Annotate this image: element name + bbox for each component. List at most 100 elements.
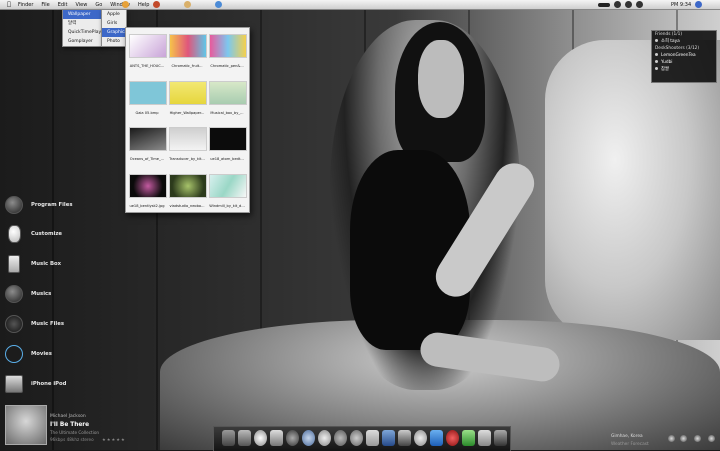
- file-name: Chromatic_fruit...: [171, 64, 203, 68]
- menu-item-wallpaper[interactable]: Wallpaper: [63, 10, 101, 19]
- file-thumbnail[interactable]: [169, 174, 207, 198]
- menu-file[interactable]: File: [37, 2, 53, 8]
- launcher-program-files[interactable]: Program Files: [5, 195, 105, 215]
- menu-item-quicktime[interactable]: QuickTimePlayer: [63, 28, 106, 37]
- friend-name: 소희 taya: [661, 39, 680, 44]
- submenu-item-photo[interactable]: Photo: [102, 37, 126, 46]
- volume-icon[interactable]: [625, 1, 632, 8]
- file-thumbnail[interactable]: [209, 174, 247, 198]
- file-name: ue18_atom_bedt...: [210, 157, 244, 161]
- file-thumbnail[interactable]: [129, 81, 167, 105]
- spotlight-icon[interactable]: [695, 1, 703, 8]
- dock-app-icon[interactable]: [334, 430, 347, 446]
- now-playing-widget: Michael Jackson I'll Be There The Ultima…: [5, 405, 165, 447]
- launcher-musics[interactable]: Musics: [5, 284, 105, 304]
- launcher-customize[interactable]: Customize: [5, 224, 105, 244]
- launcher-label: Music Box: [31, 261, 62, 267]
- file-thumbnail[interactable]: [209, 127, 247, 151]
- dock-app-icon[interactable]: [446, 430, 459, 446]
- menu-finder[interactable]: Finder: [14, 2, 37, 8]
- file-thumbnail[interactable]: [169, 127, 207, 151]
- wallpaper-submenu: Apple Girls Graphical Photo: [101, 9, 129, 47]
- status-dot-icon: [655, 67, 658, 70]
- desktop-wallpaper: [0, 0, 720, 450]
- track-rating[interactable]: ★★★★★: [102, 437, 126, 442]
- status-dot-icon: [655, 39, 658, 42]
- wallpaper-menu: Wallpaper 달력 QuickTimePlayer Gomplayer: [62, 9, 106, 47]
- clock-icon: [694, 435, 701, 442]
- menubar-tray-left: [120, 0, 224, 9]
- dock-settings-icon[interactable]: [414, 430, 427, 446]
- house-icon: [5, 196, 23, 214]
- dock-app-icon[interactable]: [478, 430, 491, 446]
- dock-trash-icon[interactable]: [222, 430, 235, 446]
- file-thumbnail[interactable]: [169, 34, 207, 58]
- launcher-label: Music Files: [31, 321, 64, 327]
- wifi-icon[interactable]: [614, 1, 621, 8]
- dock-app-icon[interactable]: [302, 430, 315, 446]
- file-name: Windmill_by_kit_d...: [209, 204, 245, 208]
- dock-app-icon[interactable]: [494, 430, 507, 446]
- dock-folder-icon[interactable]: [238, 430, 251, 446]
- dock-app-icon[interactable]: [366, 430, 379, 446]
- bluetooth-icon[interactable]: [636, 1, 643, 8]
- file-thumbnail[interactable]: [209, 81, 247, 105]
- album-art[interactable]: [5, 405, 47, 445]
- status-dot-icon: [655, 60, 658, 63]
- file-thumbnail[interactable]: [129, 34, 167, 58]
- battery-icon[interactable]: [598, 2, 610, 7]
- app-icon-3[interactable]: [184, 1, 191, 8]
- dock-app-icon[interactable]: [286, 430, 299, 446]
- file-name: Oceans_of_Time_...: [129, 157, 165, 161]
- app-icon-4[interactable]: [215, 1, 222, 8]
- file-name: Higher_Wallpaper...: [169, 111, 205, 115]
- dock-app-icon[interactable]: [462, 430, 475, 446]
- launcher-music-box[interactable]: Music Box: [5, 254, 105, 274]
- file-name: ue18_bentlysk2.jpg: [129, 204, 165, 208]
- file-name: Transducer_by_kit...: [169, 157, 205, 161]
- apple-menu-icon[interactable]: : [4, 1, 14, 8]
- menu-item-calendar[interactable]: 달력: [63, 19, 101, 28]
- file-thumbnail[interactable]: [209, 34, 247, 58]
- weather-icon: [708, 435, 715, 442]
- submenu-item-graphical[interactable]: Graphical: [102, 28, 129, 37]
- track-album: The Ultimate Collection: [50, 430, 100, 435]
- submenu-item-girls[interactable]: Girls: [102, 19, 126, 28]
- wallpaper-headboard: [545, 40, 720, 340]
- dock-app-icon[interactable]: [430, 430, 443, 446]
- friend-item[interactable]: Yudbi: [652, 59, 716, 66]
- menu-item-gomplayer[interactable]: Gomplayer: [63, 37, 101, 46]
- launcher-iphone-ipod[interactable]: iPhone iPod: [5, 374, 105, 394]
- mouse-icon: [8, 225, 21, 243]
- submenu-item-apple[interactable]: Apple: [102, 10, 126, 19]
- dock-app-icon[interactable]: [270, 430, 283, 446]
- friend-item[interactable]: 소희 taya: [652, 38, 716, 45]
- launcher-movies[interactable]: Movies: [5, 344, 105, 364]
- dock-cd-icon[interactable]: [254, 430, 267, 446]
- ipod-icon: [8, 255, 20, 273]
- track-artist: Michael Jackson: [50, 414, 86, 419]
- launcher-music-files[interactable]: Music Files: [5, 314, 105, 334]
- friends-header[interactable]: Friends (1/1): [652, 31, 716, 38]
- menubar-clock[interactable]: PM 9:34: [671, 2, 691, 8]
- dock-app-icon[interactable]: [350, 430, 363, 446]
- friend-item[interactable]: 찹쌀: [652, 66, 716, 73]
- dock-app-icon[interactable]: [398, 430, 411, 446]
- friends-widget: Friends (1/1) 소희 taya DeskShooters (3/12…: [651, 30, 717, 83]
- friend-item[interactable]: LemonGreenTea: [652, 52, 716, 59]
- file-thumbnail[interactable]: [129, 174, 167, 198]
- dock-photoshop-icon[interactable]: [382, 430, 395, 446]
- app-icon-1[interactable]: [122, 1, 129, 8]
- weather-widget[interactable]: Gimhae, Korea Weather Forecast: [608, 432, 720, 450]
- weather-city: Gimhae, Korea: [611, 434, 643, 439]
- dock: [213, 426, 511, 451]
- app-icon-2[interactable]: [153, 1, 160, 8]
- dock-app-icon[interactable]: [318, 430, 331, 446]
- menu-edit[interactable]: Edit: [54, 2, 72, 8]
- menu-view[interactable]: View: [71, 2, 91, 8]
- file-thumbnail[interactable]: [129, 127, 167, 151]
- file-thumbnail[interactable]: [169, 81, 207, 105]
- friends-group-header[interactable]: DeskShooters (3/12): [652, 45, 716, 52]
- folder-stack-window: ANTS_THE_HOUC... Chromatic_fruit... Chro…: [125, 27, 250, 213]
- menu-go[interactable]: Go: [91, 2, 106, 8]
